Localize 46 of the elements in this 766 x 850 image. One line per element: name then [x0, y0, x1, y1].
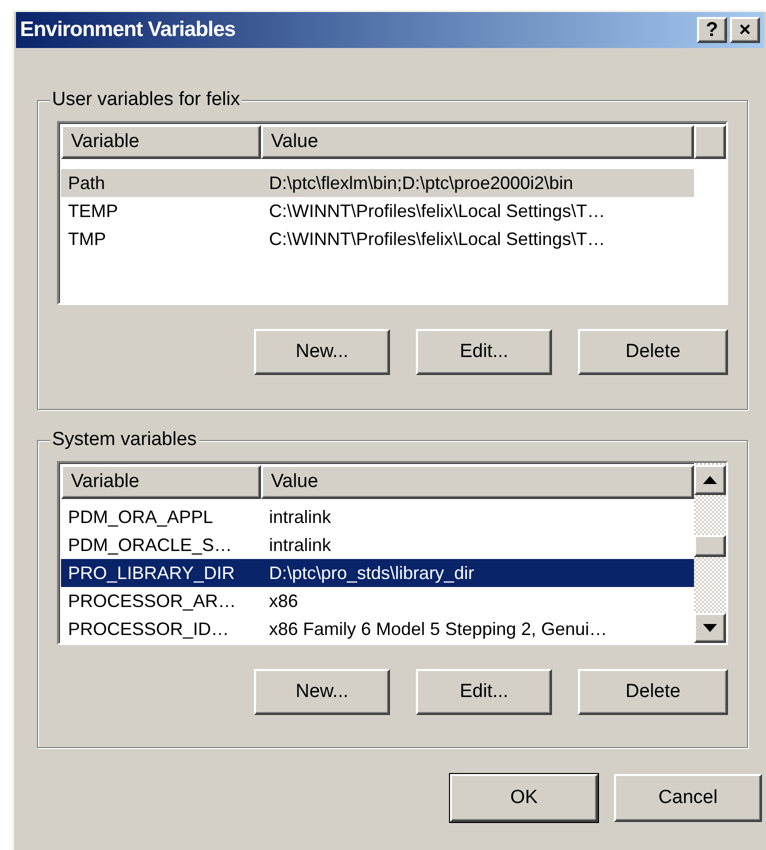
value-cell-text: intralink	[268, 534, 332, 556]
scroll-up-button[interactable]	[694, 465, 726, 495]
column-header[interactable]: Value	[261, 125, 694, 159]
delete-button[interactable]: Delete	[578, 329, 728, 375]
variable-cell-text: PRO_LIBRARY_DIR	[67, 562, 236, 584]
list-row[interactable]: TMP C:\WINNT\Profiles\felix\Local Settings\T…	[61, 225, 694, 253]
value-cell-text: C:\WINNT\Profiles\felix\Local Settings\T…	[268, 200, 606, 223]
list-row[interactable]: PRO_LIBRARY_DIR D:\ptc\pro_stds\library_dir	[61, 559, 694, 587]
variable-cell-text: PDM_ORACLE_S…	[67, 534, 234, 556]
up-arrow-icon	[703, 476, 717, 484]
column-header[interactable]: Variable	[61, 465, 261, 499]
column-header[interactable]: Variable	[61, 125, 261, 159]
cancel-button[interactable]: Cancel	[614, 774, 762, 822]
scroll-down-button[interactable]	[694, 613, 726, 643]
variable-cell-text: Path	[67, 172, 106, 194]
down-arrow-icon	[703, 624, 717, 632]
list-row[interactable]: PROCESSOR_ID… x86 Family 6 Model 5 Stepping 2, Genui…	[61, 615, 694, 643]
edit-button[interactable]: Edit...	[416, 669, 552, 715]
list-row[interactable]: PDM_ORA_APPL intralink	[61, 503, 694, 531]
group-label: System variables	[50, 428, 199, 452]
list-row[interactable]: PROCESSOR_AR… x86	[61, 587, 694, 615]
list-row[interactable]: TEMP C:\WINNT\Profiles\felix\Local Settings\T…	[61, 197, 694, 225]
value-cell-text: x86	[268, 590, 298, 612]
variable-cell-text: PROCESSOR_ID…	[67, 618, 230, 640]
value-cell-text: D:\ptc\pro_stds\library_dir	[268, 562, 474, 585]
variable-cell-text: TMP	[67, 228, 107, 250]
window-title: Environment Variables	[20, 17, 236, 44]
value-cell-text: D:\ptc\flexlm\bin;D:\ptc\proe2000i2\bin	[268, 172, 574, 195]
scrollbar[interactable]	[694, 463, 726, 643]
help-button[interactable]: ?	[697, 17, 727, 43]
delete-button[interactable]: Delete	[578, 669, 728, 715]
list-row[interactable]: Path D:\ptc\flexlm\bin;D:\ptc\proe2000i2\bin	[61, 169, 694, 197]
variable-cell-text: TEMP	[67, 200, 120, 222]
value-cell-text: intralink	[268, 506, 332, 528]
scroll-thumb[interactable]	[694, 535, 726, 557]
close-button[interactable]: ×	[730, 17, 760, 43]
variable-cell-text: PDM_ORA_APPL	[67, 506, 214, 528]
ok-button[interactable]: OK	[450, 774, 598, 822]
new-button[interactable]: New...	[254, 329, 390, 375]
new-button[interactable]: New...	[254, 669, 390, 715]
variable-cell-text: PROCESSOR_AR…	[67, 590, 238, 612]
value-cell-text: C:\WINNT\Profiles\felix\Local Settings\T…	[268, 228, 606, 251]
value-cell-text: x86 Family 6 Model 5 Stepping 2, Genui…	[268, 618, 608, 641]
column-header[interactable]: Value	[261, 465, 694, 499]
list-row[interactable]: PDM_ORACLE_S… intralink	[61, 531, 694, 559]
edit-button[interactable]: Edit...	[416, 329, 552, 375]
